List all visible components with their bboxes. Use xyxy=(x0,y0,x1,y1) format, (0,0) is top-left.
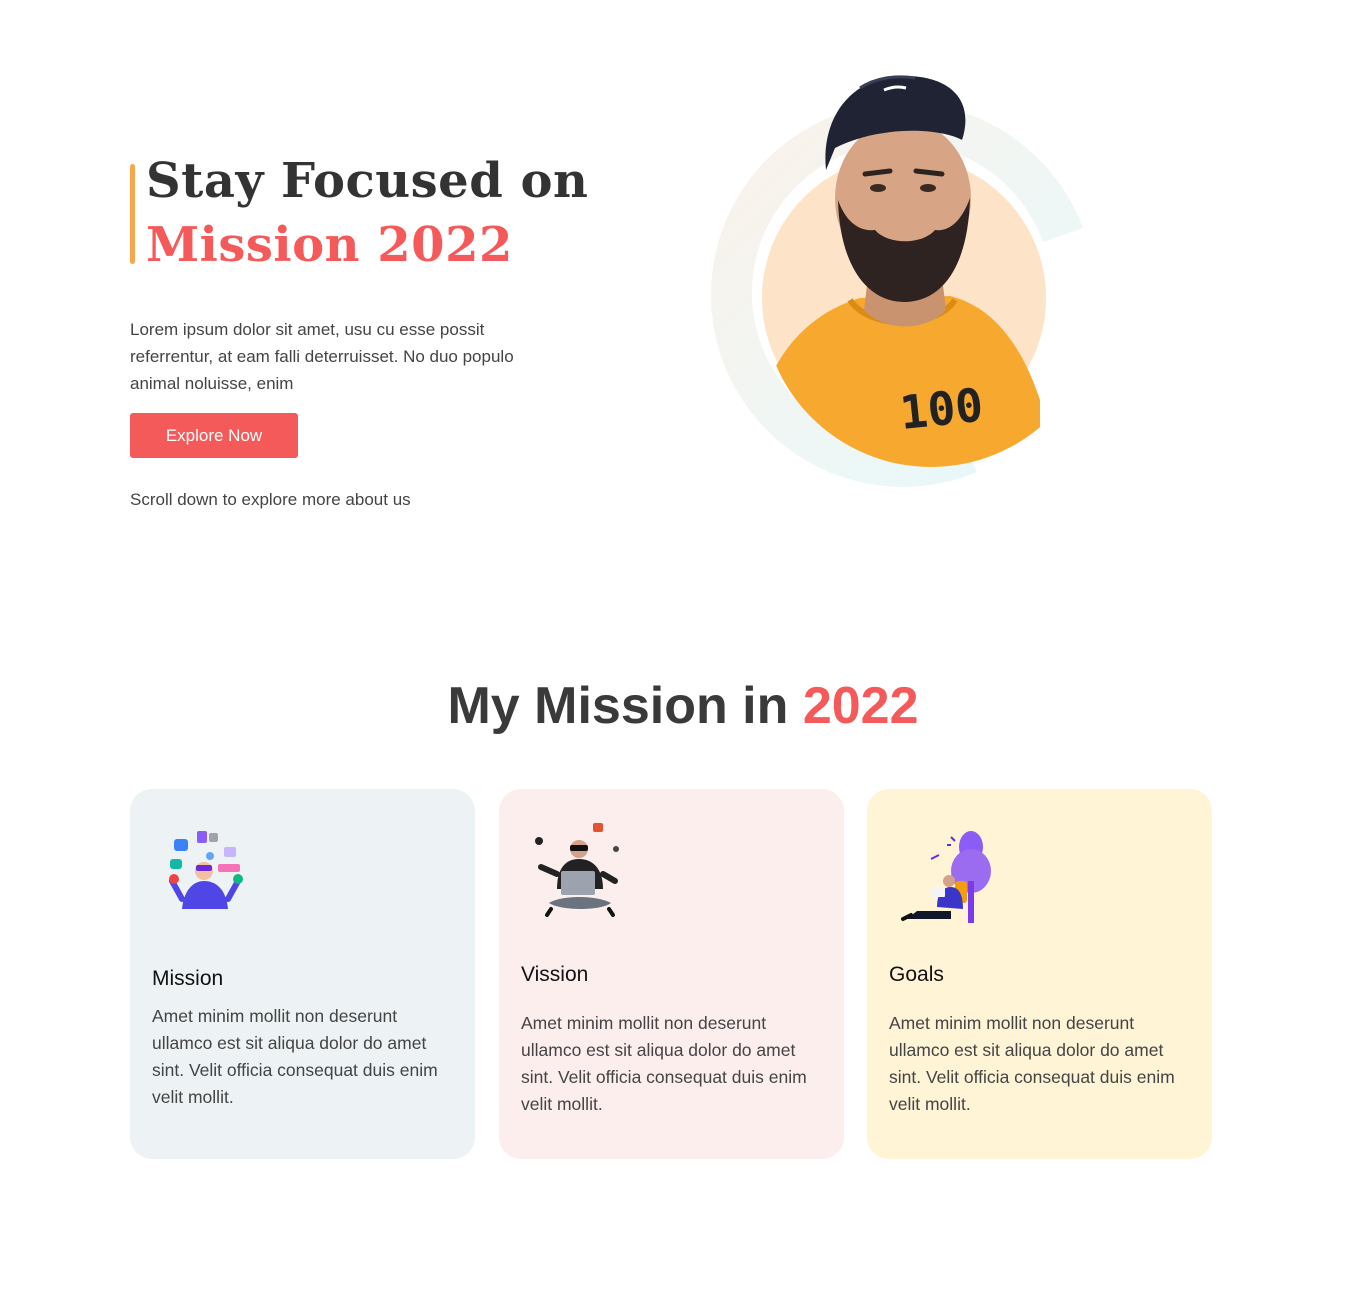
vr-laptop-illustration xyxy=(535,823,619,917)
hero-title: Stay Focused on Mission 2022 xyxy=(130,150,610,278)
mission-card: Mission Amet minim mollit non deserunt u… xyxy=(130,789,475,1159)
portrait-image: 100 xyxy=(711,75,1083,487)
explore-now-button[interactable]: Explore Now xyxy=(130,413,298,458)
card-title: Goals xyxy=(889,963,944,986)
section-title: My Mission in 2022 xyxy=(0,676,1366,736)
hero-description: Lorem ipsum dolor sit amet, usu cu esse … xyxy=(130,320,514,393)
hero-title-line1: Stay Focused on xyxy=(146,153,589,209)
reading-under-tree-illustration xyxy=(901,831,991,923)
title-accent-bar xyxy=(130,164,135,264)
card-text: Amet minim mollit non deserunt ullamco e… xyxy=(889,1013,1175,1114)
vission-card: Vission Amet minim mollit non deserunt u… xyxy=(499,789,844,1159)
hero-section: Stay Focused on Mission 2022 Lorem ipsum… xyxy=(0,0,1366,560)
juggling-apps-illustration xyxy=(169,831,243,909)
section-title-prefix: My Mission in xyxy=(447,677,803,735)
card-title: Vission xyxy=(521,963,589,986)
card-text: Amet minim mollit non deserunt ullamco e… xyxy=(521,1013,807,1114)
portrait-shirt-text: 100 xyxy=(897,378,985,440)
goals-card: Goals Amet minim mollit non deserunt ull… xyxy=(867,789,1212,1159)
card-text: Amet minim mollit non deserunt ullamco e… xyxy=(152,1006,438,1107)
scroll-hint: Scroll down to explore more about us xyxy=(130,490,411,509)
card-title: Mission xyxy=(152,967,224,990)
section-title-year: 2022 xyxy=(802,677,919,735)
hero-title-line2: Mission 2022 xyxy=(146,217,513,273)
